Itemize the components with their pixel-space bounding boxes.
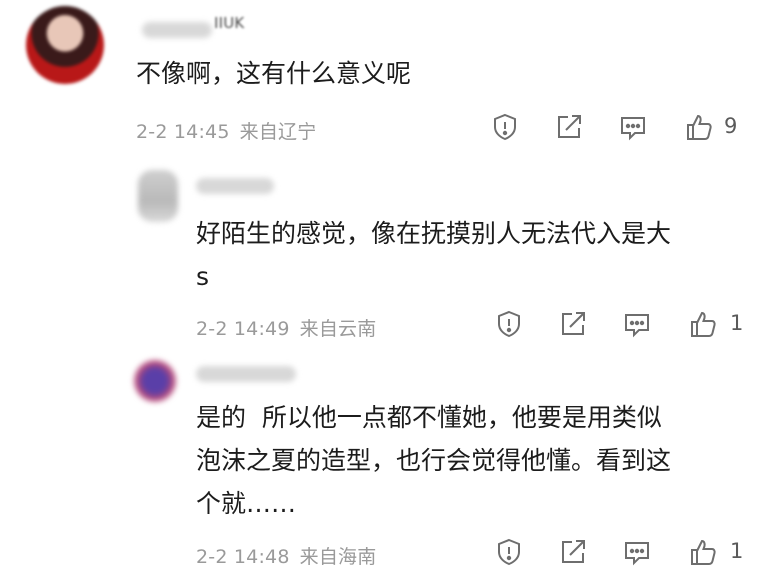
share-button[interactable] bbox=[558, 309, 592, 341]
comment-location: 来自云南 bbox=[299, 318, 377, 340]
like-count: 9 bbox=[724, 114, 738, 138]
reply-icon bbox=[625, 542, 649, 566]
like-button[interactable] bbox=[688, 537, 722, 569]
comment-location: 来自海南 bbox=[299, 546, 377, 568]
username-blurred[interactable] bbox=[142, 22, 212, 38]
comment-date: 2-2 14:48 bbox=[196, 546, 290, 568]
comment-text: 好陌生的感觉，像在抚摸别人无法代入是大 s bbox=[196, 219, 672, 291]
report-button[interactable] bbox=[494, 309, 528, 341]
share-button[interactable] bbox=[558, 537, 592, 569]
username-blurred[interactable] bbox=[196, 366, 296, 382]
share-icon bbox=[562, 540, 585, 563]
comment-3: 是的 所以他一点都不懂她，他要是用类似 泡沫之夏的造型，也行会觉得他懂。看到这 … bbox=[0, 352, 768, 582]
thumbs-up-icon bbox=[687, 114, 712, 140]
like-button[interactable] bbox=[684, 112, 718, 144]
thumbs-up-icon bbox=[691, 311, 716, 337]
comment-2: 好陌生的感觉，像在抚摸别人无法代入是大 s 2-2 14:49 来自云南 1 bbox=[0, 160, 768, 350]
avatar[interactable] bbox=[26, 6, 104, 84]
share-icon bbox=[562, 312, 585, 335]
comment-actions: 9 bbox=[490, 112, 760, 144]
share-button[interactable] bbox=[554, 112, 588, 144]
comment-1: IIUK 不像啊，这有什么意义呢 2-2 14:45 来自辽宁 9 bbox=[0, 0, 768, 150]
username-suffix: IIUK bbox=[214, 14, 245, 32]
report-icon bbox=[494, 113, 516, 141]
reply-button[interactable] bbox=[622, 309, 656, 341]
share-icon bbox=[558, 115, 581, 138]
comment-date: 2-2 14:49 bbox=[196, 318, 290, 340]
like-count: 1 bbox=[730, 539, 744, 563]
reply-button[interactable] bbox=[618, 112, 652, 144]
report-icon bbox=[498, 310, 520, 338]
like-button[interactable] bbox=[688, 309, 722, 341]
report-button[interactable] bbox=[490, 112, 524, 144]
comment-actions: 1 bbox=[494, 309, 764, 341]
avatar[interactable] bbox=[138, 170, 178, 222]
username-blurred[interactable] bbox=[196, 178, 274, 194]
report-button[interactable] bbox=[494, 537, 528, 569]
like-count: 1 bbox=[730, 311, 744, 335]
comment-text: 不像啊，这有什么意义呢 bbox=[136, 59, 412, 88]
comment-meta: 2-2 14:45 来自辽宁 bbox=[136, 117, 316, 144]
avatar[interactable] bbox=[134, 360, 176, 402]
reply-icon bbox=[625, 314, 649, 338]
report-icon bbox=[498, 538, 520, 566]
reply-icon bbox=[621, 117, 645, 141]
comment-meta: 2-2 14:49 来自云南 bbox=[196, 314, 376, 341]
comment-actions: 1 bbox=[494, 537, 764, 569]
comment-location: 来自辽宁 bbox=[239, 121, 317, 143]
reply-button[interactable] bbox=[622, 537, 656, 569]
comment-date: 2-2 14:45 bbox=[136, 121, 230, 143]
comment-text: 是的 所以他一点都不懂她，他要是用类似 泡沫之夏的造型，也行会觉得他懂。看到这 … bbox=[196, 403, 672, 518]
thumbs-up-icon bbox=[691, 539, 716, 565]
comment-meta: 2-2 14:48 来自海南 bbox=[196, 542, 376, 569]
